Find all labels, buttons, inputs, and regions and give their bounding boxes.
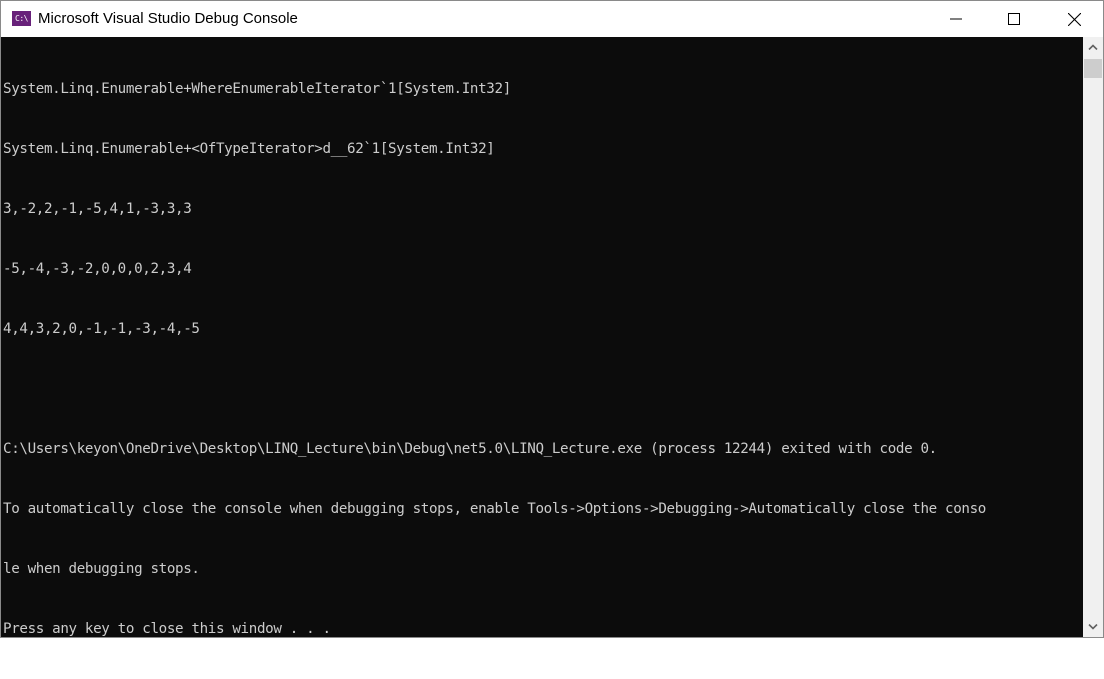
console-line: 3,-2,2,-1,-5,4,1,-3,3,3: [3, 201, 192, 217]
console-line: C:\Users\keyon\OneDrive\Desktop\LINQ_Lec…: [3, 441, 937, 457]
console-line: 4,4,3,2,0,-1,-1,-3,-4,-5: [3, 321, 200, 337]
console-output-area[interactable]: System.Linq.Enumerable+WhereEnumerableIt…: [1, 37, 1083, 637]
scrollbar-thumb[interactable]: [1084, 59, 1102, 78]
scroll-down-button[interactable]: [1083, 617, 1103, 637]
close-icon: [1067, 12, 1081, 26]
console-app-icon: C:\: [12, 11, 31, 26]
maximize-button[interactable]: [985, 1, 1043, 37]
maximize-icon: [1008, 13, 1020, 25]
console-line: To automatically close the console when …: [3, 501, 986, 517]
debug-console-window: C:\ Microsoft Visual Studio Debug Consol…: [0, 0, 1104, 638]
title-bar[interactable]: C:\ Microsoft Visual Studio Debug Consol…: [1, 1, 1103, 37]
console-line: le when debugging stops.: [3, 561, 200, 577]
scroll-up-button[interactable]: [1083, 37, 1103, 57]
minimize-button[interactable]: [927, 1, 985, 37]
console-line: Press any key to close this window . . .: [3, 621, 331, 637]
vertical-scrollbar[interactable]: [1083, 37, 1103, 637]
chevron-down-icon: [1088, 624, 1098, 630]
console-lines: System.Linq.Enumerable+WhereEnumerableIt…: [3, 39, 986, 679]
console-line: -5,-4,-3,-2,0,0,0,2,3,4: [3, 261, 192, 277]
console-line: System.Linq.Enumerable+<OfTypeIterator>d…: [3, 141, 495, 157]
console-line: System.Linq.Enumerable+WhereEnumerableIt…: [3, 81, 511, 97]
minimize-icon: [950, 18, 962, 20]
close-button[interactable]: [1045, 1, 1103, 37]
window-title: Microsoft Visual Studio Debug Console: [38, 10, 298, 27]
chevron-up-icon: [1088, 44, 1098, 50]
